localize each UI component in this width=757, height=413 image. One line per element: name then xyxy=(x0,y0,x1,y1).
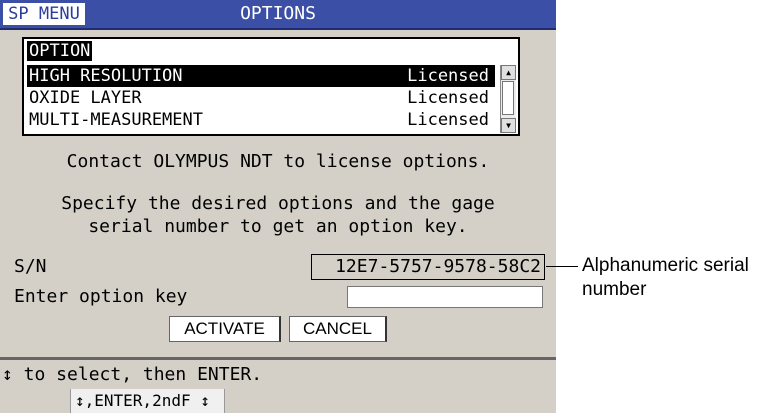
option-status: Licensed xyxy=(407,88,489,108)
option-list-scrollbar[interactable]: ▲ ▼ xyxy=(500,65,516,133)
scroll-up-arrow-icon[interactable]: ▲ xyxy=(501,65,516,80)
scroll-thumb[interactable] xyxy=(502,81,514,115)
option-status: Licensed xyxy=(407,110,489,130)
title-bar: SP MENU OPTIONS xyxy=(0,0,556,30)
serial-number-value: 12E7-5757-9578-58C2 xyxy=(311,254,545,280)
hint-bar: ↕ to select, then ENTER. xyxy=(0,361,556,388)
cancel-button[interactable]: CANCEL xyxy=(289,316,387,342)
option-row-high-resolution[interactable]: HIGH RESOLUTION Licensed xyxy=(27,65,495,87)
option-name: OXIDE LAYER xyxy=(29,88,142,108)
options-screen: SP MENU OPTIONS OPTION HIGH RESOLUTION L… xyxy=(0,0,556,413)
contact-message: Contact OLYMPUS NDT to license options. xyxy=(66,151,490,172)
option-row-multi-measurement[interactable]: MULTI-MEASUREMENT Licensed xyxy=(27,109,495,131)
option-list[interactable]: OPTION HIGH RESOLUTION Licensed OXIDE LA… xyxy=(22,37,520,136)
option-name: HIGH RESOLUTION xyxy=(29,66,183,86)
footer-divider xyxy=(0,357,556,360)
option-column-header: OPTION xyxy=(27,41,93,61)
scroll-down-arrow-icon[interactable]: ▼ xyxy=(501,118,516,133)
callout-label: Alphanumeric serial number xyxy=(582,255,749,300)
sp-menu-button[interactable]: SP MENU xyxy=(3,3,85,25)
option-key-label: Enter option key xyxy=(14,286,188,307)
key-bar: ↕,ENTER,2ndF ↕ xyxy=(0,389,556,413)
serial-number-label: S/N xyxy=(14,256,47,277)
option-status: Licensed xyxy=(407,66,489,86)
option-key-input[interactable] xyxy=(347,286,543,308)
specify-message-line2: serial number to get an option key. xyxy=(88,216,468,237)
callout-leader-line xyxy=(546,266,578,267)
specify-message-line1: Specify the desired options and the gage xyxy=(61,193,495,214)
option-name: MULTI-MEASUREMENT xyxy=(29,110,203,130)
option-row-oxide-layer[interactable]: OXIDE LAYER Licensed xyxy=(27,87,495,109)
activate-button[interactable]: ACTIVATE xyxy=(169,316,281,342)
key-hints: ↕,ENTER,2ndF ↕ xyxy=(70,389,225,413)
